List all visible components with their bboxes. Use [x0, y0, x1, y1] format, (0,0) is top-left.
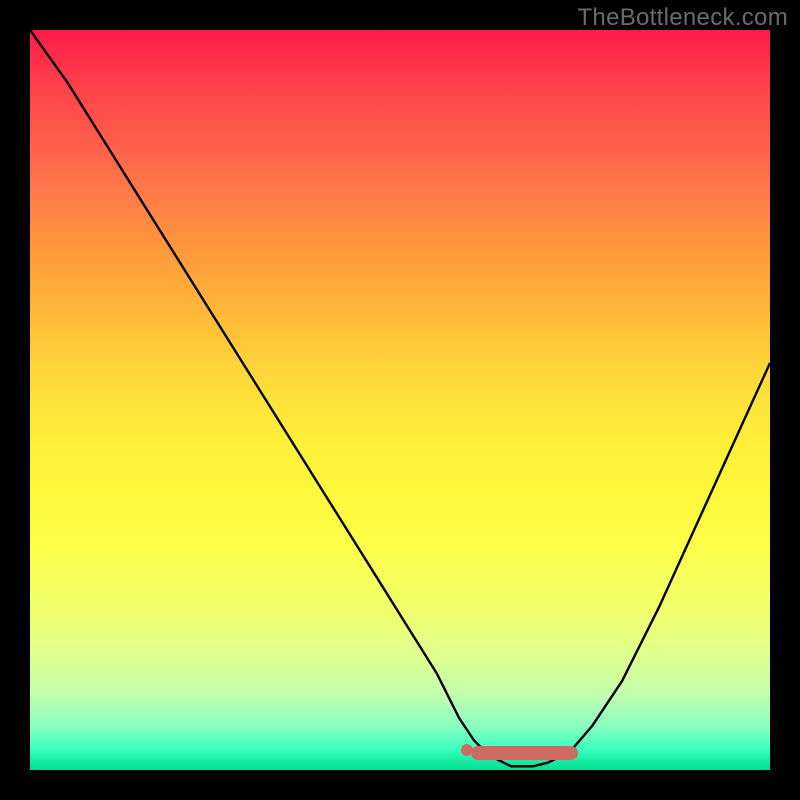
highlight-segment	[471, 746, 578, 760]
bottleneck-curve-path	[30, 30, 770, 766]
curve-svg	[30, 30, 770, 770]
watermark-label: TheBottleneck.com	[577, 4, 788, 32]
chart-frame: TheBottleneck.com	[0, 0, 800, 800]
plot-area	[30, 30, 770, 770]
